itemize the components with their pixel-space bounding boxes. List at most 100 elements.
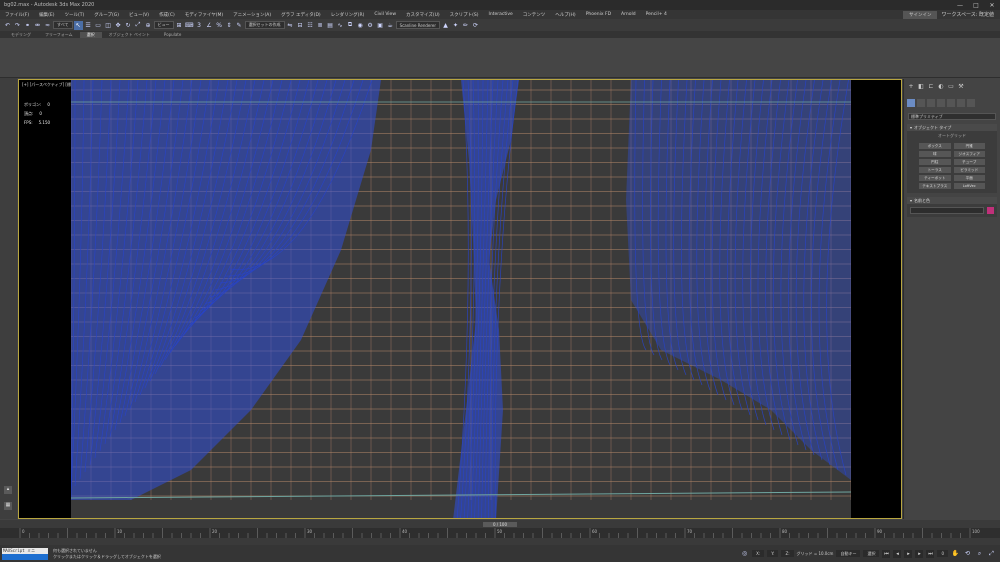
menu-file[interactable]: ファイル(F)	[0, 12, 34, 18]
cylinder-button[interactable]: 円柱	[919, 159, 951, 165]
selection-filter-dropdown[interactable]: すべて	[53, 21, 73, 29]
go-to-start-icon[interactable]: ⏮	[882, 549, 891, 558]
auto-key-button[interactable]: 自動キー	[836, 550, 861, 557]
minimize-button[interactable]: —	[952, 2, 968, 9]
time-slider-thumb[interactable]: 0 / 100	[482, 521, 518, 527]
maximize-viewport-icon[interactable]: ⤢	[987, 549, 996, 558]
cone-button[interactable]: 円錐	[953, 143, 985, 149]
maxscript-input[interactable]	[2, 553, 48, 560]
menu-animation[interactable]: アニメーション(A)	[228, 12, 276, 18]
modify-tab-icon[interactable]: ◧	[917, 83, 925, 91]
ribbon-tab-freeform[interactable]: フリーフォーム	[38, 32, 80, 38]
shapes-icon[interactable]	[917, 99, 925, 107]
ribbon-tab-selection[interactable]: 選択	[79, 31, 102, 38]
coord-y[interactable]: Y:	[767, 550, 779, 557]
menu-group[interactable]: グループ(G)	[89, 12, 124, 18]
play-icon[interactable]: ▸	[904, 549, 913, 558]
geosphere-button[interactable]: ジオスフィア	[953, 151, 985, 157]
edit-named-selection-icon[interactable]: ✎	[235, 21, 244, 30]
create-tab-icon[interactable]: +	[907, 83, 915, 91]
menu-interactive[interactable]: Interactive	[484, 12, 518, 17]
maximize-button[interactable]: □	[968, 2, 984, 9]
tube-button[interactable]: チューブ	[953, 159, 985, 165]
spinner-snap-icon[interactable]: ⇕	[225, 21, 234, 30]
go-to-end-icon[interactable]: ⏭	[926, 549, 935, 558]
percent-snap-icon[interactable]: %	[215, 21, 224, 30]
select-by-name-icon[interactable]: ☰	[84, 21, 93, 30]
snap-toggle-icon[interactable]: 3	[195, 21, 204, 30]
placement-icon[interactable]: ⊕	[144, 21, 153, 30]
menu-views[interactable]: ビュー(V)	[124, 12, 154, 18]
primitive-category-dropdown[interactable]: 標準プリミティブ	[908, 113, 996, 120]
selection-set-dropdown[interactable]: 選択	[863, 550, 880, 557]
menu-scripting[interactable]: スクリプト(S)	[445, 12, 484, 18]
hierarchy-tab-icon[interactable]: ⊏	[927, 83, 935, 91]
select-object-icon[interactable]: ↖	[73, 20, 83, 30]
workspace-selector[interactable]: ワークスペース: 既定値	[941, 11, 994, 18]
menu-help[interactable]: ヘルプ(H)	[550, 12, 580, 18]
isolate-selection-icon[interactable]: ◎	[740, 549, 749, 558]
ribbon-tab-populate[interactable]: Populate	[157, 32, 188, 37]
arnold-render-icon[interactable]: ▲	[441, 21, 450, 30]
timeline-ruler[interactable]: 0 10 20 30 40 50 60 70 80 90 100	[0, 528, 1000, 538]
rollout-header[interactable]: ▾ オブジェクト タイプ	[907, 124, 997, 131]
menu-phoenix-fd[interactable]: Phoenix FD	[581, 12, 616, 17]
named-selection-dropdown[interactable]: 選択セットの作成	[244, 21, 285, 29]
loftvec-button[interactable]: LoftVec	[953, 183, 985, 189]
viewport-layout-icon[interactable]: ▴	[4, 486, 12, 494]
perspective-viewport[interactable]: [+] [パースペクティブ] [標準] [ワイヤフレーム] ポリゴン: 0 頂点…	[18, 79, 902, 519]
ribbon-tab-object-paint[interactable]: オブジェクト ペイント	[102, 32, 157, 38]
close-button[interactable]: ✕	[984, 2, 1000, 9]
reference-coordinate-dropdown[interactable]: ビュー	[153, 21, 174, 29]
window-crossing-icon[interactable]: ◫	[104, 21, 113, 30]
object-name-field[interactable]	[910, 207, 984, 214]
helpers-icon[interactable]	[947, 99, 955, 107]
motion-tab-icon[interactable]: ◐	[937, 83, 945, 91]
menu-content[interactable]: コンテンツ	[518, 12, 551, 18]
move-icon[interactable]: ✥	[114, 21, 123, 30]
track-bar[interactable]	[0, 538, 1000, 545]
menu-create[interactable]: 作成(C)	[154, 12, 180, 18]
undo-icon[interactable]: ↶	[3, 21, 12, 30]
renderer-dropdown[interactable]: Scanline Renderer	[395, 21, 441, 29]
menu-rendering[interactable]: レンダリング(R)	[326, 12, 370, 18]
menu-arnold[interactable]: Arnold	[616, 12, 641, 17]
pan-view-icon[interactable]: ✋	[951, 549, 960, 558]
align-icon[interactable]: ⊟	[296, 21, 305, 30]
current-frame-field[interactable]: 0	[937, 550, 948, 557]
toggle-layer-explorer-icon[interactable]: ≣	[316, 21, 325, 30]
textplus-button[interactable]: テキストプラス	[919, 183, 951, 189]
bind-spacewarp-icon[interactable]: ≈	[43, 21, 52, 30]
geometry-icon[interactable]	[907, 99, 915, 107]
region-select-icon[interactable]: ▭	[94, 21, 103, 30]
menu-graph-editors[interactable]: グラフ エディタ(D)	[276, 12, 326, 18]
render-setup-icon[interactable]: ⚙	[366, 21, 375, 30]
phoenix-icon[interactable]: ✦	[451, 21, 460, 30]
menu-civil-view[interactable]: Civil View	[369, 12, 401, 17]
sphere-button[interactable]: 球	[919, 151, 951, 157]
redo-icon[interactable]: ↷	[13, 21, 22, 30]
utilities-tab-icon[interactable]: ⚒	[957, 83, 965, 91]
link-icon[interactable]: ⚭	[23, 21, 32, 30]
curve-editor-icon[interactable]: ∿	[336, 21, 345, 30]
zoom-icon[interactable]: ⌕	[975, 549, 984, 558]
ribbon-toggle-icon[interactable]: ▤	[326, 21, 335, 30]
display-tab-icon[interactable]: ▭	[947, 83, 955, 91]
ribbon-tab-modeling[interactable]: モデリング	[4, 32, 38, 38]
layout-preset-icon[interactable]: ▦	[4, 502, 12, 510]
menu-modifiers[interactable]: モディファイヤ(M)	[180, 12, 228, 18]
systems-icon[interactable]	[967, 99, 975, 107]
rotate-icon[interactable]: ↻	[124, 21, 133, 30]
plane-button[interactable]: 平面	[953, 175, 985, 181]
object-color-swatch[interactable]	[987, 207, 994, 214]
angle-snap-icon[interactable]: ∠	[205, 21, 214, 30]
schematic-view-icon[interactable]: ⧉	[346, 21, 355, 30]
lights-icon[interactable]	[927, 99, 935, 107]
previous-frame-icon[interactable]: ◂	[893, 549, 902, 558]
menu-customize[interactable]: カスタマイズ(U)	[401, 12, 445, 18]
menu-tools[interactable]: ツール(T)	[59, 12, 89, 18]
pyramid-button[interactable]: ピラミッド	[953, 167, 985, 173]
spacewarps-icon[interactable]	[957, 99, 965, 107]
mirror-icon[interactable]: ⇋	[286, 21, 295, 30]
pencil-render-icon[interactable]: ✏	[461, 21, 470, 30]
